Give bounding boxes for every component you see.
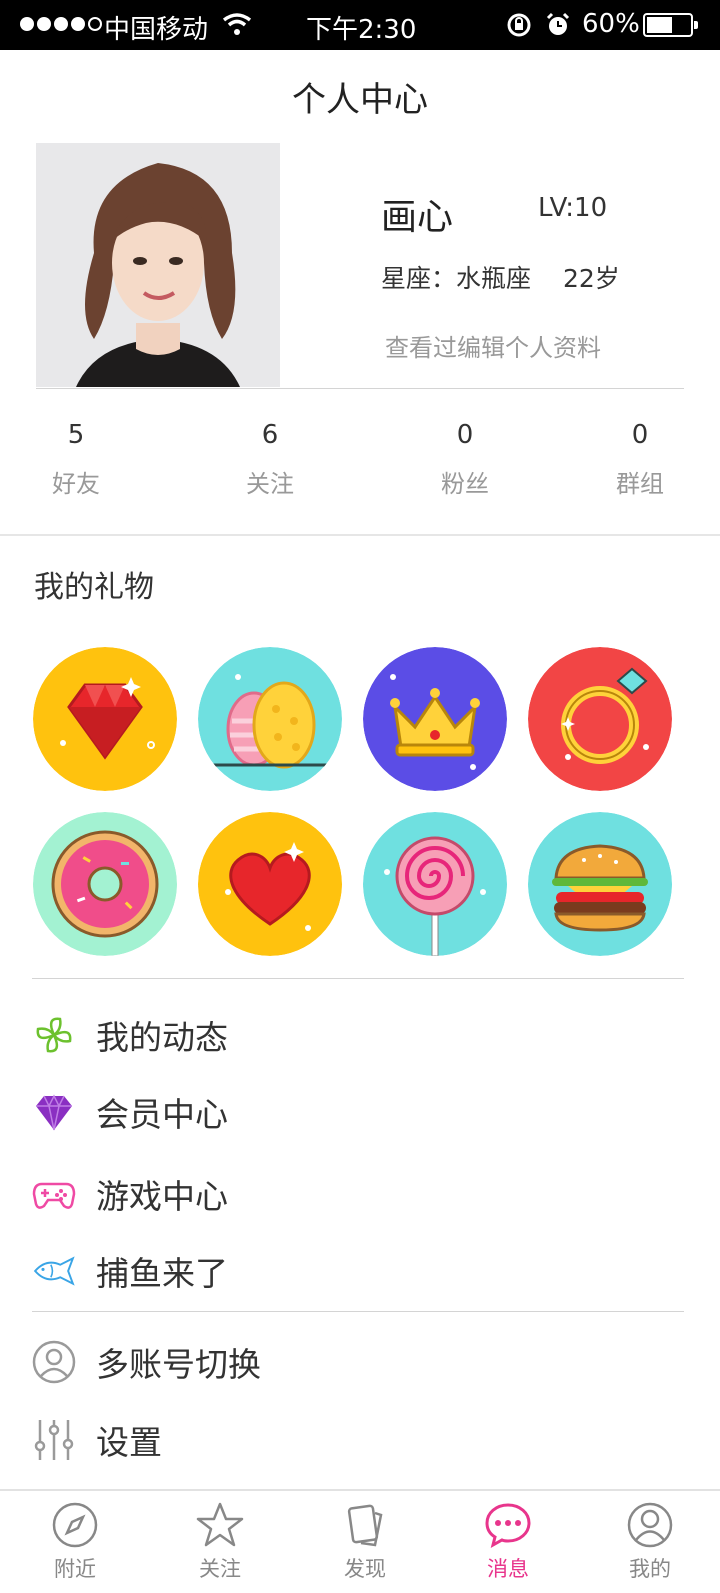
profile-icon bbox=[627, 1502, 673, 1548]
menu-label: 会员中心 bbox=[96, 1095, 228, 1134]
ruby-gem-icon bbox=[33, 647, 177, 791]
star-icon bbox=[196, 1502, 244, 1547]
cards-icon bbox=[347, 1504, 383, 1547]
nickname: 画心 bbox=[381, 197, 454, 238]
menu-label: 游戏中心 bbox=[96, 1177, 228, 1216]
burger-icon bbox=[528, 812, 672, 956]
user-switch-icon bbox=[32, 1340, 76, 1384]
menu-label: 捕鱼来了 bbox=[96, 1254, 228, 1293]
tab-label: 附近 bbox=[54, 1557, 96, 1581]
menu-label: 设置 bbox=[96, 1423, 162, 1462]
stat-label: 好友 bbox=[52, 470, 100, 498]
gifts-title: 我的礼物 bbox=[34, 570, 154, 605]
stat-friends[interactable]: 5 好友 bbox=[16, 420, 136, 499]
bottom-tab-bar: 附近 关注 发现 消息 我的 bbox=[0, 1489, 720, 1593]
tab-label: 发现 bbox=[344, 1557, 386, 1581]
easter-eggs-icon bbox=[198, 647, 342, 791]
stat-groups[interactable]: 0 群组 bbox=[580, 420, 700, 499]
rotation-lock-icon bbox=[507, 13, 531, 37]
gift-heart[interactable] bbox=[198, 812, 342, 956]
message-icon bbox=[485, 1503, 531, 1548]
menu-vip-center[interactable]: 会员中心 bbox=[32, 1081, 682, 1143]
tab-discover[interactable]: 发现 bbox=[305, 1491, 425, 1593]
divider bbox=[36, 388, 684, 389]
zodiac: 星座：水瓶座 bbox=[381, 264, 532, 293]
age: 22岁 bbox=[563, 264, 620, 293]
tab-mine[interactable]: 我的 bbox=[590, 1491, 710, 1593]
tab-nearby[interactable]: 附近 bbox=[15, 1491, 135, 1593]
battery-icon bbox=[643, 13, 698, 37]
lollipop-icon bbox=[363, 812, 507, 956]
avatar[interactable] bbox=[36, 143, 280, 387]
gift-easter-eggs[interactable] bbox=[198, 647, 342, 791]
status-bar: 中国移动 下午2:30 60% bbox=[0, 0, 720, 50]
diamond-ring-icon bbox=[528, 647, 672, 791]
menu-label: 多账号切换 bbox=[96, 1345, 261, 1384]
edit-profile-link[interactable]: 查看过编辑个人资料 bbox=[385, 328, 601, 363]
compass-icon bbox=[52, 1502, 98, 1548]
carrier-name: 中国移动 bbox=[104, 15, 209, 45]
diamond-icon bbox=[32, 1090, 76, 1134]
battery-percent: 60% bbox=[582, 9, 640, 39]
tab-follow[interactable]: 关注 bbox=[160, 1491, 280, 1593]
stat-label: 关注 bbox=[246, 470, 294, 498]
menu-settings[interactable]: 设置 bbox=[32, 1409, 682, 1471]
stat-label: 群组 bbox=[616, 470, 664, 498]
tab-messages[interactable]: 消息 bbox=[448, 1491, 568, 1593]
stat-fans[interactable]: 0 粉丝 bbox=[405, 420, 525, 499]
heart-icon bbox=[198, 812, 342, 956]
stat-value: 0 bbox=[631, 420, 649, 450]
signal-strength-icon bbox=[20, 17, 102, 31]
gift-ruby-gem[interactable] bbox=[33, 647, 177, 791]
donut-icon bbox=[33, 812, 177, 956]
menu-fishing[interactable]: 捕鱼来了 bbox=[32, 1240, 682, 1302]
divider bbox=[32, 1311, 684, 1312]
menu-switch-account[interactable]: 多账号切换 bbox=[32, 1331, 682, 1393]
gift-donut[interactable] bbox=[33, 812, 177, 956]
tab-label: 消息 bbox=[487, 1557, 529, 1581]
divider bbox=[32, 978, 684, 979]
menu-my-moments[interactable]: 我的动态 bbox=[32, 1004, 682, 1066]
page-title: 个人中心 bbox=[292, 80, 428, 120]
level-badge: LV:10 bbox=[538, 193, 608, 223]
gamepad-icon bbox=[32, 1172, 76, 1216]
gift-burger[interactable] bbox=[528, 812, 672, 956]
stat-value: 6 bbox=[261, 420, 279, 450]
wifi-icon bbox=[222, 13, 252, 35]
alarm-icon bbox=[546, 12, 570, 35]
pinwheel-icon bbox=[32, 1013, 76, 1057]
menu-game-center[interactable]: 游戏中心 bbox=[32, 1163, 682, 1225]
crown-icon bbox=[363, 647, 507, 791]
gift-crown[interactable] bbox=[363, 647, 507, 791]
tab-label: 我的 bbox=[629, 1557, 671, 1581]
status-time: 下午2:30 bbox=[306, 15, 417, 45]
menu-label: 我的动态 bbox=[96, 1018, 228, 1057]
gift-diamond-ring[interactable] bbox=[528, 647, 672, 791]
tab-label: 关注 bbox=[199, 1557, 241, 1581]
stat-value: 5 bbox=[67, 420, 85, 450]
stat-following[interactable]: 6 关注 bbox=[210, 420, 330, 499]
stat-value: 0 bbox=[456, 420, 474, 450]
stat-label: 粉丝 bbox=[441, 470, 489, 498]
gift-lollipop[interactable] bbox=[363, 812, 507, 956]
settings-sliders-icon bbox=[32, 1418, 76, 1462]
fish-icon bbox=[32, 1249, 76, 1293]
section-divider bbox=[0, 534, 720, 536]
